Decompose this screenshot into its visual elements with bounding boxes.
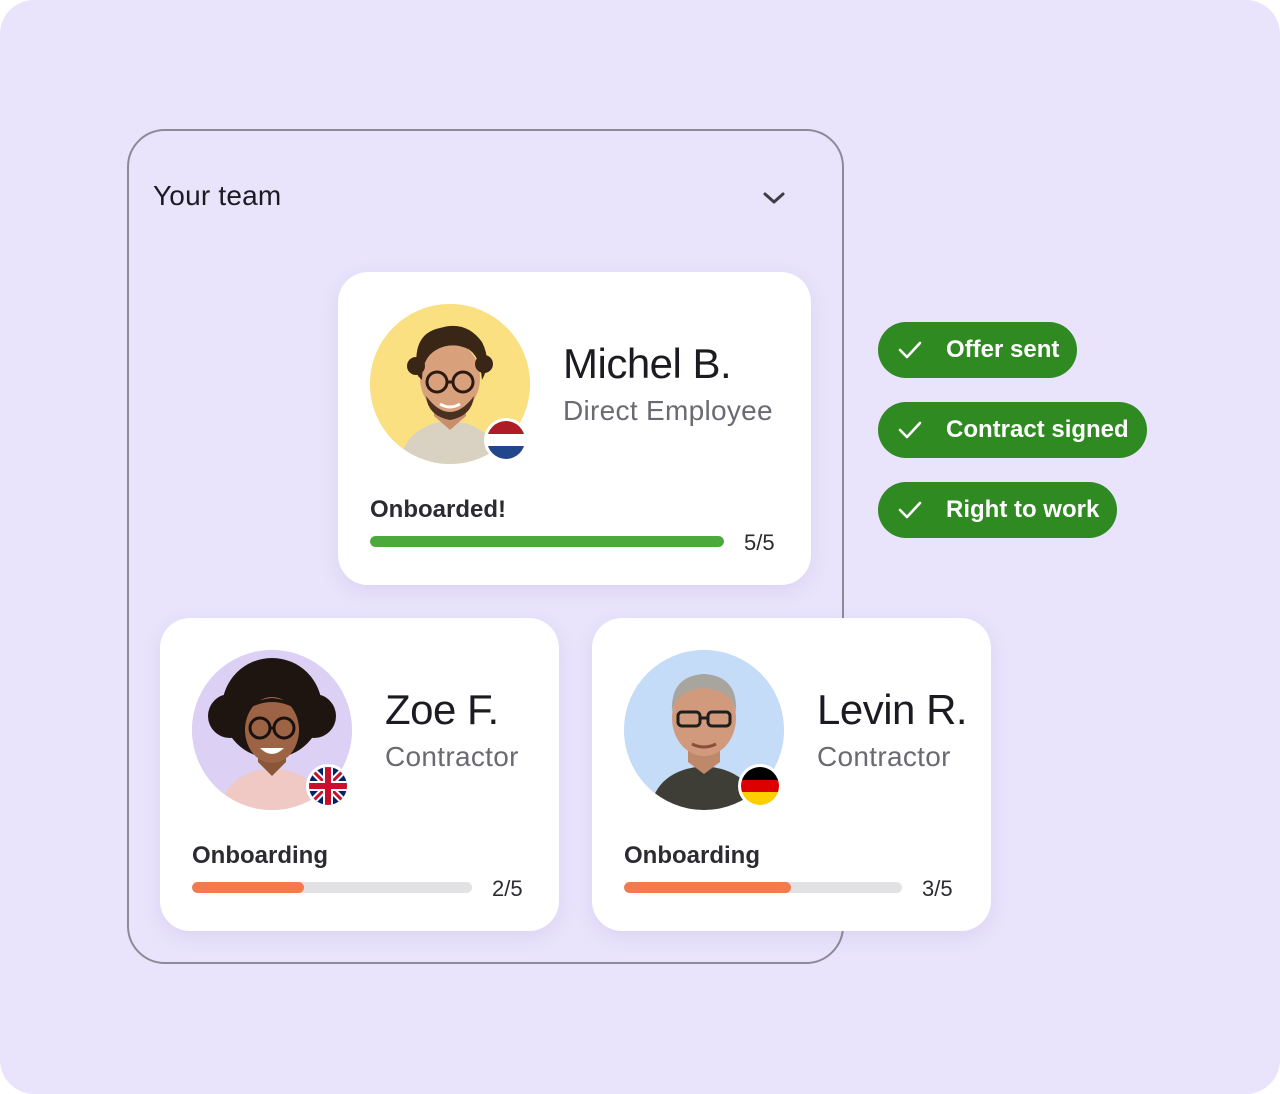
checklist-label: Contract signed xyxy=(946,416,1129,443)
progress-count: 5/5 xyxy=(744,530,775,555)
checklist-label: Offer sent xyxy=(946,336,1060,363)
checklist-item-offer-sent: Offer sent xyxy=(878,322,1078,378)
progress-fill xyxy=(624,882,791,893)
member-role: Direct Employee xyxy=(563,395,773,426)
checklist-item-contract-signed: Contract signed xyxy=(878,402,1147,458)
check-icon xyxy=(898,341,922,359)
team-title: Your team xyxy=(153,180,282,211)
checklist-item-right-to-work: Right to work xyxy=(878,482,1118,538)
progress-bar xyxy=(624,882,902,893)
member-name: Levin R. xyxy=(817,686,968,733)
member-card-michel[interactable]: Michel B. Direct Employee Onboarded! 5/5 xyxy=(338,272,811,585)
onboarding-status: Onboarded! xyxy=(370,496,506,523)
member-role: Contractor xyxy=(817,741,951,772)
background-canvas: Your team Michel B. Direct Employee Onbo… xyxy=(0,0,1280,1094)
check-icon xyxy=(898,421,922,439)
progress-fill xyxy=(192,882,304,893)
member-card-zoe[interactable]: Zoe F. Contractor Onboarding 2/5 xyxy=(160,618,559,931)
progress-count: 2/5 xyxy=(492,876,523,901)
member-name: Michel B. xyxy=(563,340,732,387)
member-card-levin[interactable]: Levin R. Contractor Onboarding 3/5 xyxy=(592,618,991,931)
progress-bar xyxy=(192,882,472,893)
checklist-label: Right to work xyxy=(946,496,1100,523)
netherlands-flag-icon xyxy=(484,418,528,462)
member-role: Contractor xyxy=(385,741,519,772)
check-icon xyxy=(898,501,922,519)
progress-bar xyxy=(370,536,724,547)
member-name: Zoe F. xyxy=(385,686,499,733)
progress-fill xyxy=(370,536,724,547)
chevron-down-icon[interactable] xyxy=(760,186,788,210)
united-kingdom-flag-icon xyxy=(306,764,350,808)
germany-flag-icon xyxy=(738,764,782,808)
onboarding-status: Onboarding xyxy=(624,842,760,869)
progress-count: 3/5 xyxy=(922,876,953,901)
onboarding-status: Onboarding xyxy=(192,842,328,869)
